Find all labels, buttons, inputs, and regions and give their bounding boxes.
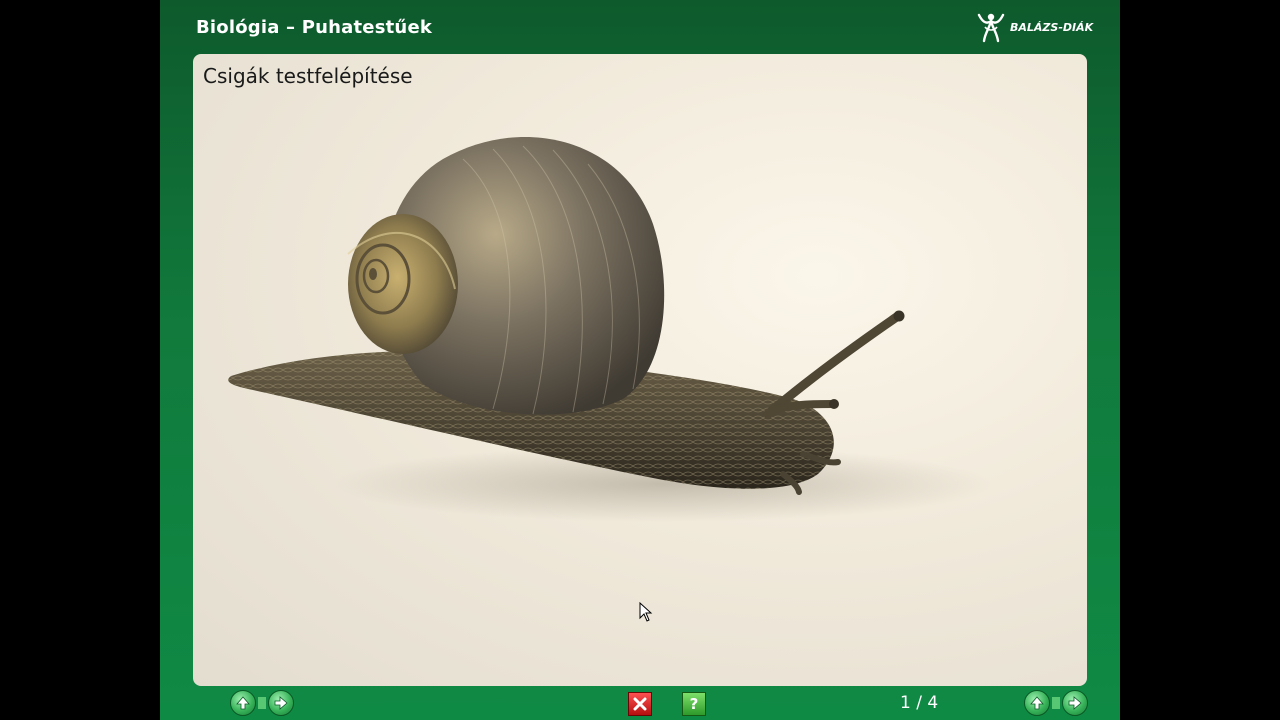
app-window: Biológia – Puhatestűek BALÁZS-DIÁK Csigá…	[160, 0, 1120, 720]
help-button[interactable]: ?	[682, 692, 706, 716]
nav-up-button-right[interactable]	[1024, 690, 1050, 716]
arrow-up-icon	[1030, 696, 1044, 710]
nav-next-button[interactable]	[268, 690, 294, 716]
nav-up-button[interactable]	[230, 690, 256, 716]
nav-connector	[258, 697, 266, 709]
slide-content: Csigák testfelépítése	[193, 54, 1087, 686]
nav-group-right	[1024, 690, 1088, 716]
nav-next-button-right[interactable]	[1062, 690, 1088, 716]
arrow-up-icon	[236, 696, 250, 710]
question-icon: ?	[689, 695, 699, 713]
snail-image	[228, 136, 993, 522]
arrow-right-icon	[1068, 696, 1082, 710]
close-icon	[633, 697, 647, 711]
nav-connector	[1052, 697, 1060, 709]
header-title: Biológia – Puhatestűek	[196, 17, 433, 38]
publisher-logo: BALÁZS-DIÁK	[976, 10, 1093, 44]
logo-text: BALÁZS-DIÁK	[1010, 20, 1094, 34]
mouse-cursor-icon	[639, 602, 653, 622]
nav-group-left	[230, 690, 294, 716]
page-indicator: 1 / 4	[900, 693, 939, 713]
arrow-right-icon	[274, 696, 288, 710]
slide-title: Csigák testfelépítése	[203, 64, 413, 88]
close-button[interactable]	[628, 692, 652, 716]
logo-figure-icon	[977, 13, 1005, 43]
